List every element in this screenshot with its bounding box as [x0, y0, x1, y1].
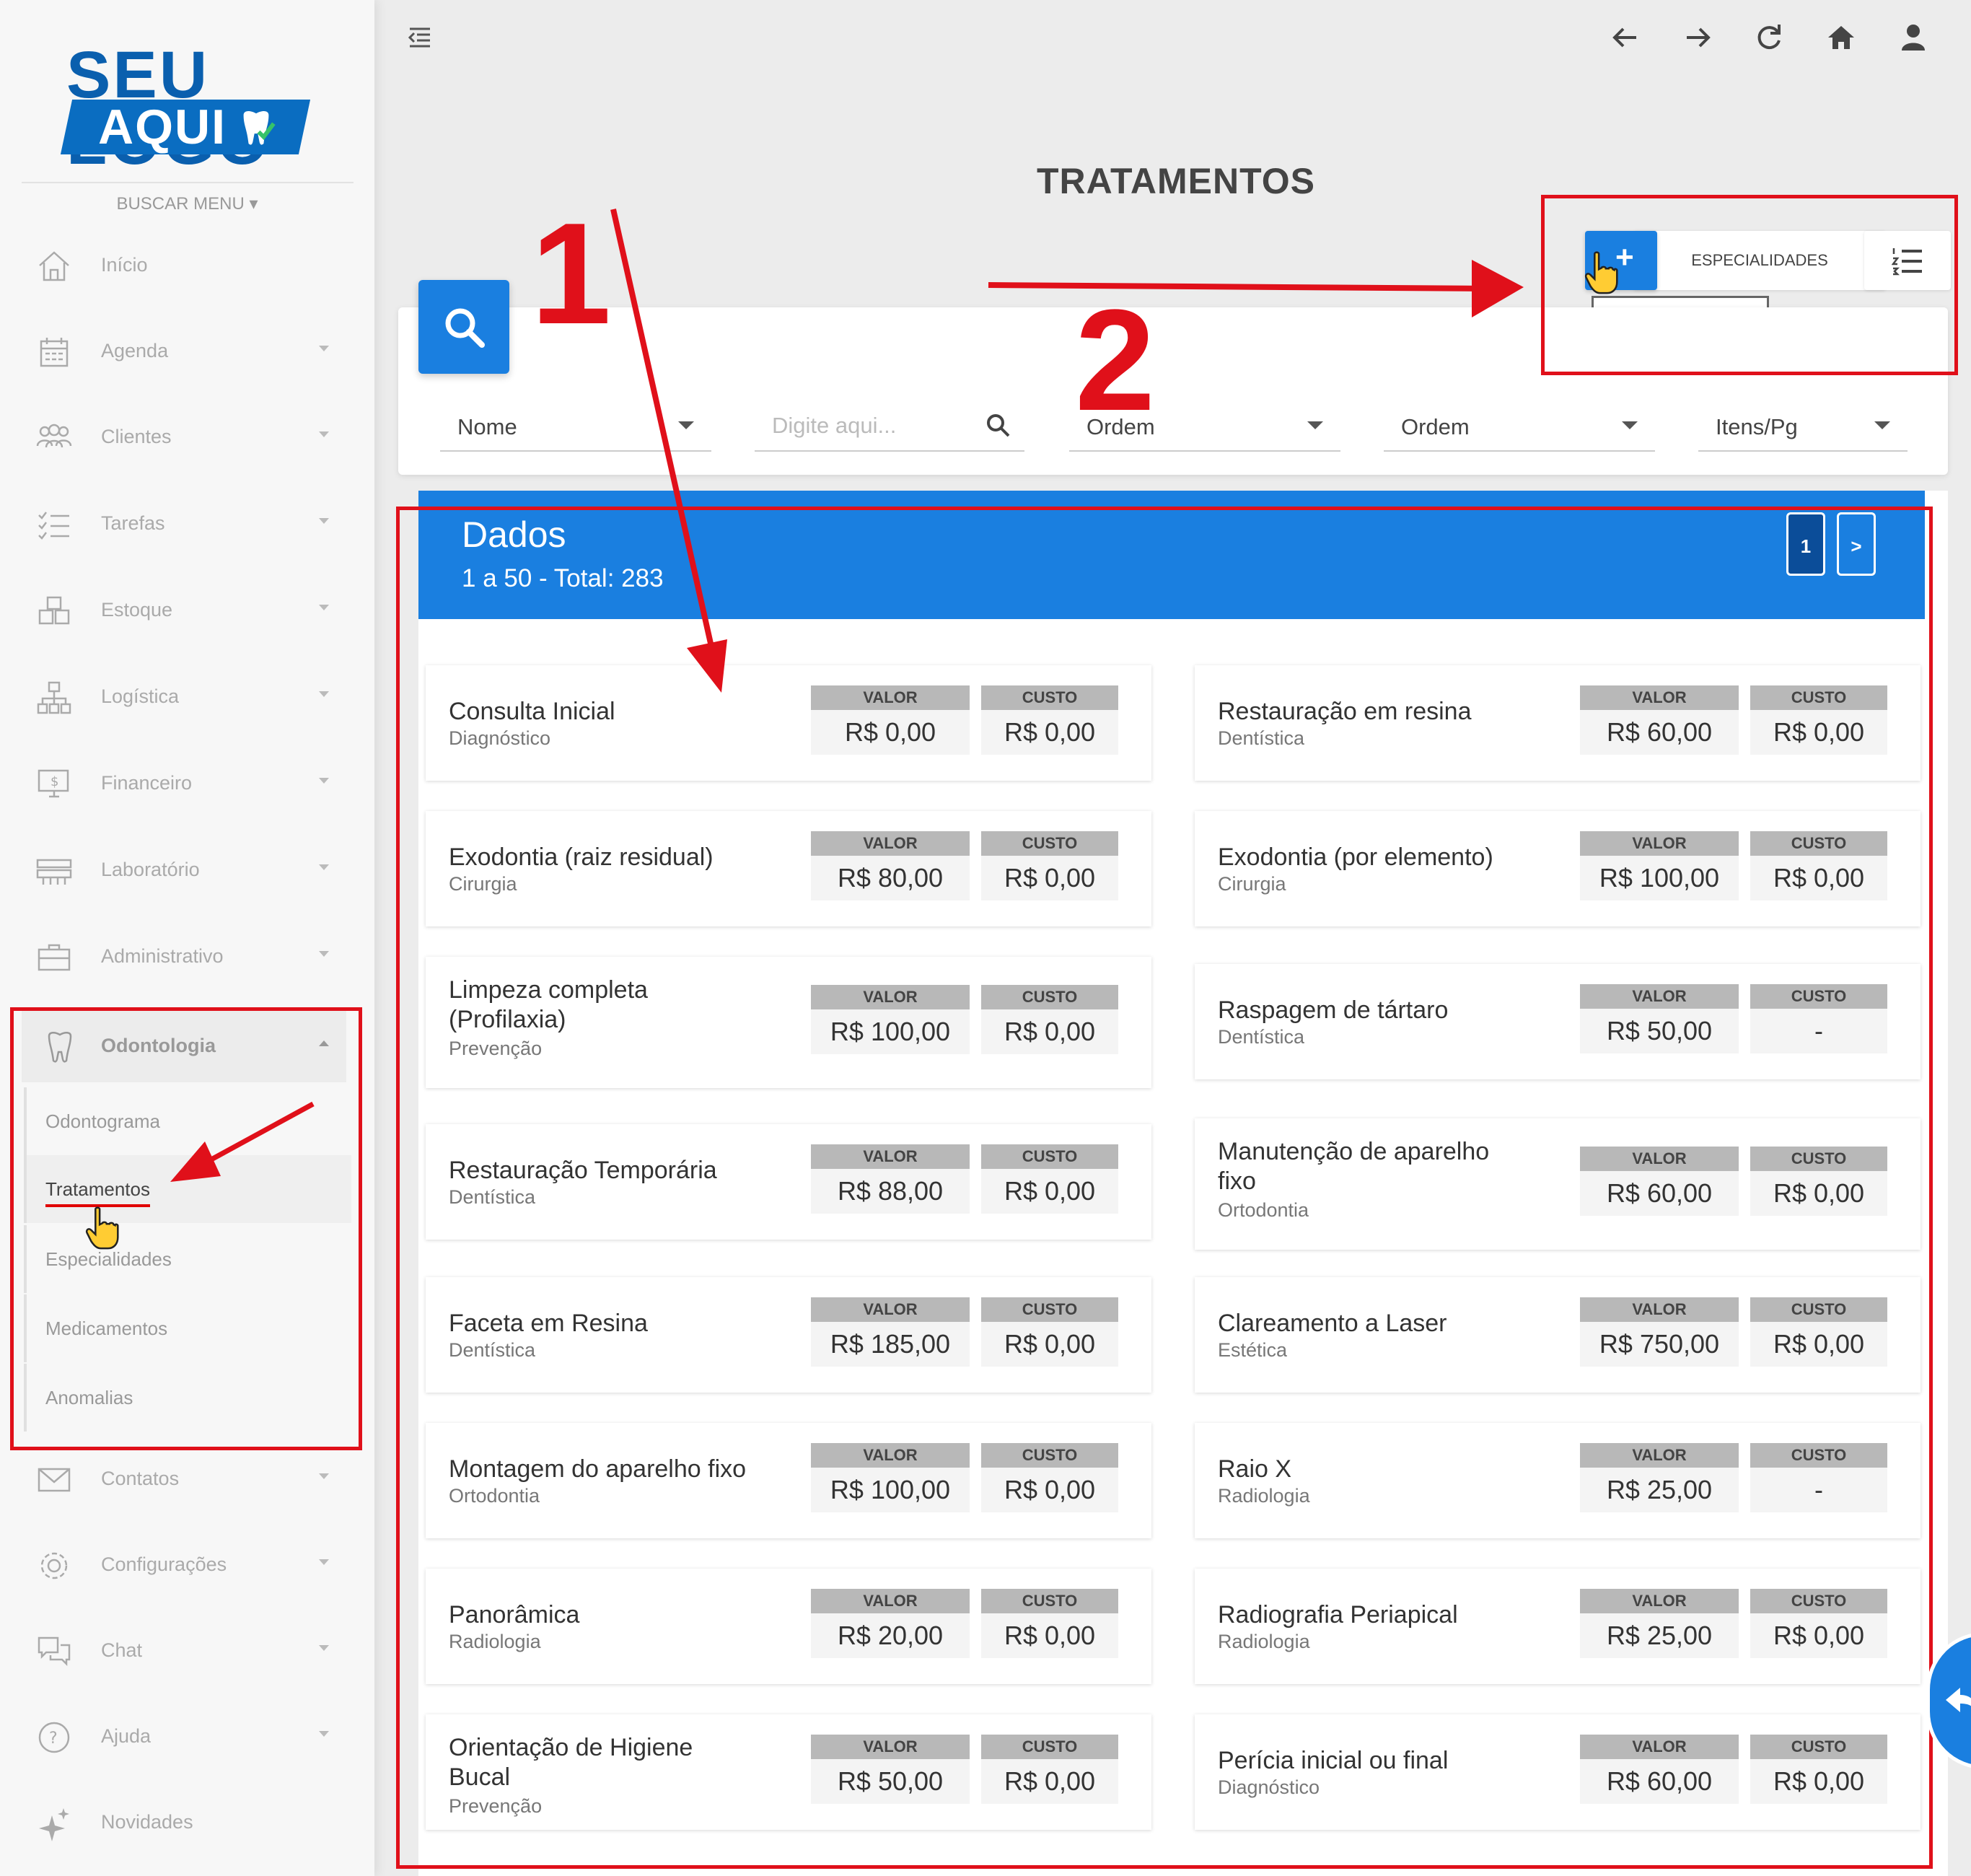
sidebar-item-estoque[interactable]: Estoque [0, 574, 374, 646]
chevron-down-icon [319, 691, 329, 697]
sidebar-item-novidades[interactable]: Novidades [0, 1787, 374, 1859]
home-outline-icon [39, 251, 69, 281]
items-per-page-value: Itens/Pg [1716, 414, 1798, 439]
sidebar-item-laboratorio[interactable]: Laboratório [0, 834, 374, 906]
sidebar-item-label: Agenda [101, 340, 169, 361]
chat-bubbles-icon [38, 1636, 71, 1667]
sidebar-item-label: Tarefas [101, 512, 165, 534]
dropdown-arrow-icon [678, 421, 694, 429]
chevron-down-icon [319, 864, 329, 870]
lab-rack-icon [36, 859, 72, 885]
field-select[interactable]: Nome [440, 400, 711, 452]
sidebar-item-label: Configurações [101, 1553, 227, 1575]
chevron-down-icon [319, 605, 329, 610]
sidebar-item-label: Logística [101, 685, 180, 707]
dropdown-arrow-icon [1307, 421, 1323, 429]
sidebar-item-label: Novidades [101, 1811, 193, 1833]
sidebar-item-financeiro[interactable]: $ Financeiro [0, 748, 374, 820]
svg-text:?: ? [49, 1730, 58, 1748]
chevron-down-icon [319, 431, 329, 437]
sidebar-item-label: Administrativo [101, 945, 224, 967]
sparkle-star-icon [39, 1808, 69, 1841]
chevron-down-icon [319, 1645, 329, 1651]
refresh-icon[interactable] [1753, 22, 1785, 53]
envelope-icon [38, 1468, 71, 1492]
svg-text:$: $ [51, 774, 58, 789]
sidebar-item-label: Clientes [101, 426, 172, 447]
sidebar-item-label: Contatos [101, 1468, 180, 1489]
search-icon[interactable] [984, 411, 1011, 439]
dropdown-arrow-icon [1622, 421, 1638, 429]
calendar-icon [40, 338, 69, 367]
search-field[interactable] [755, 400, 1024, 452]
arrow-right-icon[interactable] [1681, 22, 1713, 53]
chevron-down-icon [319, 951, 329, 957]
gear-icon [40, 1552, 68, 1579]
sidebar: SEU LOGO AQUI BUSCAR MENU ▾ Início Agend… [0, 0, 374, 1876]
search-menu-toggle[interactable]: BUSCAR MENU ▾ [0, 193, 374, 214]
sidebar-item-label: Início [101, 254, 148, 276]
finance-monitor-icon: $ [38, 769, 69, 798]
search-icon [445, 308, 485, 348]
sidebar-item-inicio[interactable]: Início [0, 229, 374, 302]
field-select-value: Nome [457, 414, 517, 439]
hand-pointer-cursor-icon [85, 1206, 119, 1250]
order-select-value: Ordem [1401, 414, 1470, 439]
sidebar-item-contatos[interactable]: Contatos [0, 1443, 374, 1515]
sidebar-item-logistica[interactable]: Logística [0, 661, 374, 733]
chevron-down-icon [319, 1473, 329, 1479]
help-circle-icon: ? [38, 1722, 70, 1753]
reply-arrow-icon [1946, 1688, 1971, 1712]
sidebar-item-label: Chat [101, 1639, 143, 1661]
sidebar-item-label: Estoque [101, 599, 173, 621]
users-icon [36, 424, 72, 448]
items-per-page-select[interactable]: Itens/Pg [1698, 400, 1908, 452]
sidebar-item-agenda[interactable]: Agenda [0, 315, 374, 387]
annotation-step-2: 2 [1075, 280, 1156, 441]
sidebar-item-tarefas[interactable]: Tarefas [0, 488, 374, 560]
briefcase-icon [38, 944, 71, 971]
task-list-icon [38, 512, 69, 540]
sidebar-item-chat[interactable]: Chat [0, 1615, 374, 1687]
chevron-down-icon [319, 518, 329, 524]
order-select-2[interactable]: Ordem [1384, 400, 1655, 452]
company-logo[interactable]: SEU LOGO AQUI [0, 22, 374, 175]
chevron-down-icon [319, 1731, 329, 1737]
logo-text-line2: AQUI [98, 100, 227, 154]
chevron-down-icon [319, 1559, 329, 1565]
search-toggle-button[interactable] [418, 280, 509, 374]
sidebar-item-administrativo[interactable]: Administrativo [0, 921, 374, 993]
search-input[interactable] [755, 410, 997, 442]
hierarchy-icon [37, 681, 71, 714]
sidebar-item-configuracoes[interactable]: Configurações [0, 1529, 374, 1601]
menu-collapse-icon[interactable] [404, 22, 436, 53]
sidebar-item-label: Ajuda [101, 1725, 152, 1747]
annotation-box-menu [10, 1007, 362, 1450]
sidebar-item-clientes[interactable]: Clientes [0, 401, 374, 473]
arrow-left-icon[interactable] [1610, 22, 1642, 53]
sidebar-divider [22, 182, 354, 183]
dropdown-arrow-icon [1874, 421, 1890, 429]
annotation-box-data [396, 507, 1933, 1869]
boxes-icon [38, 596, 70, 625]
annotation-step-1: 1 [531, 193, 612, 354]
user-icon[interactable] [1897, 22, 1929, 53]
page-title: TRATAMENTOS [1037, 161, 1315, 201]
sidebar-item-label: Financeiro [101, 772, 193, 794]
chevron-down-icon [319, 778, 329, 784]
sidebar-item-label: Laboratório [101, 859, 200, 880]
home-icon[interactable] [1825, 22, 1857, 53]
chevron-down-icon [319, 346, 329, 351]
annotation-box-actions [1541, 195, 1958, 375]
sidebar-item-ajuda[interactable]: ? Ajuda [0, 1701, 374, 1773]
tooth-logo-icon [243, 111, 276, 145]
